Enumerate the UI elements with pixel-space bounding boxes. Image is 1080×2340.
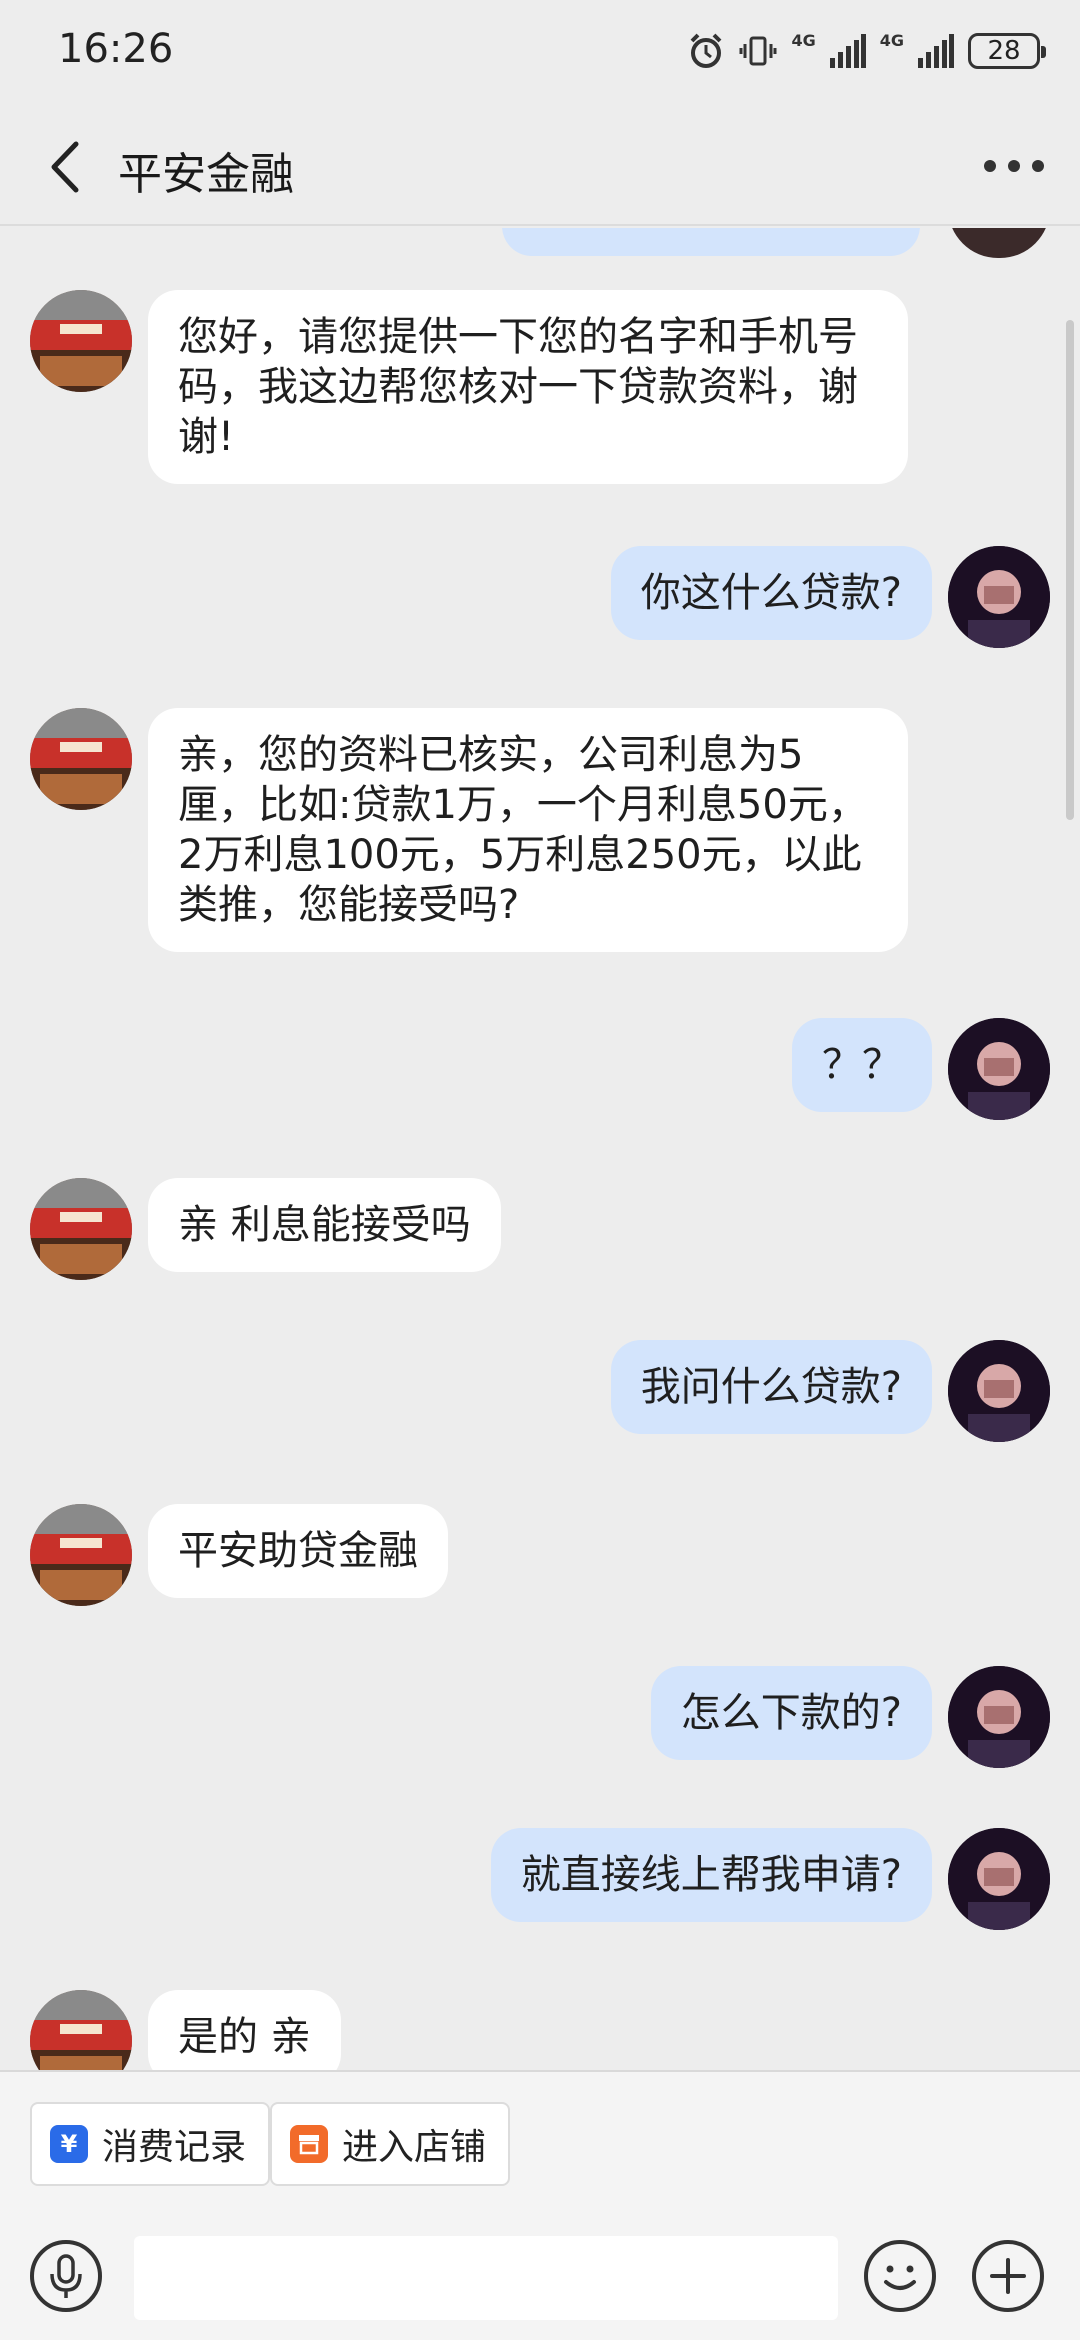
- message-bubble[interactable]: 怎么下款的?: [650, 1666, 932, 1760]
- more-dot: [1032, 160, 1044, 172]
- user-avatar[interactable]: [948, 1828, 1050, 1930]
- status-icons: 4G 4G 28: [687, 28, 1046, 74]
- consumption-records-label: 消费记录: [102, 2127, 247, 2168]
- emoji-button[interactable]: [864, 2240, 936, 2312]
- message-bubble[interactable]: 您好，请您提供一下您的名字和手机号码，我这边帮您核对一下贷款资料，谢谢!: [148, 290, 908, 484]
- enter-store-label: 进入店铺: [342, 2127, 487, 2168]
- signal-icon-2: [918, 34, 954, 68]
- enter-store-button[interactable]: 进入店铺: [270, 2102, 511, 2186]
- store-icon: [290, 2125, 328, 2163]
- vibrate-icon: [739, 36, 777, 66]
- more-dot: [984, 160, 996, 172]
- agent-avatar[interactable]: [30, 708, 132, 810]
- consumption-records-button[interactable]: ¥ 消费记录: [30, 2102, 271, 2186]
- user-avatar[interactable]: [948, 1340, 1050, 1442]
- user-avatar[interactable]: [948, 1018, 1050, 1120]
- more-options-button[interactable]: [984, 146, 1044, 186]
- message-bubble[interactable]: 我问什么贷款?: [610, 1340, 932, 1434]
- voice-input-button[interactable]: [30, 2240, 102, 2312]
- status-bar: 16:26 4G 4G 28: [0, 0, 1080, 106]
- microphone-icon: [50, 2254, 82, 2298]
- user-avatar[interactable]: [948, 546, 1050, 648]
- chat-header: 平安金融: [0, 106, 1080, 226]
- input-bar: [0, 2200, 1080, 2340]
- yen-icon: ¥: [50, 2125, 88, 2163]
- message-bubble[interactable]: 亲，您的资料已核实，公司利息为5厘，比如:贷款1万，一个月利息50元，2万利息1…: [148, 708, 908, 952]
- network-type-2: 4G: [879, 31, 904, 50]
- network-type-1: 4G: [791, 31, 816, 50]
- alarm-icon: [691, 33, 722, 68]
- message-bubble[interactable]: 平安助贷金融: [148, 1504, 448, 1598]
- agent-avatar[interactable]: [30, 290, 132, 392]
- more-functions-button[interactable]: [972, 2240, 1044, 2312]
- user-avatar-partial: [948, 228, 1050, 258]
- signal-icon-1: [829, 34, 866, 68]
- status-time: 16:26: [58, 26, 174, 72]
- message-bubble[interactable]: 就直接线上帮我申请?: [490, 1828, 932, 1922]
- partial-message-bubble: [502, 228, 920, 256]
- agent-avatar[interactable]: [30, 1990, 132, 2070]
- message-input[interactable]: [134, 2236, 838, 2320]
- plus-icon: [990, 2258, 1026, 2294]
- more-dot: [1008, 160, 1020, 172]
- battery-icon: 28: [968, 33, 1046, 69]
- agent-avatar[interactable]: [30, 1504, 132, 1606]
- scrollbar[interactable]: [1066, 320, 1074, 820]
- agent-avatar[interactable]: [30, 1178, 132, 1280]
- message-list[interactable]: 您好，请您提供一下您的名字和手机号码，我这边帮您核对一下贷款资料，谢谢! 你这什么…: [0, 228, 1080, 2070]
- user-avatar[interactable]: [948, 1666, 1050, 1768]
- message-bubble[interactable]: 是的 亲: [148, 1990, 341, 2070]
- smiley-icon: [884, 2265, 916, 2290]
- back-button[interactable]: [40, 132, 96, 202]
- message-bubble[interactable]: ？？: [792, 1018, 932, 1112]
- chat-title: 平安金融: [118, 149, 294, 200]
- message-bubble[interactable]: 你这什么贷款?: [610, 546, 932, 640]
- quick-actions-bar: ¥ 消费记录 进入店铺: [0, 2070, 1080, 2200]
- chevron-left-icon: [51, 141, 79, 193]
- message-bubble[interactable]: 亲 利息能接受吗: [148, 1178, 501, 1272]
